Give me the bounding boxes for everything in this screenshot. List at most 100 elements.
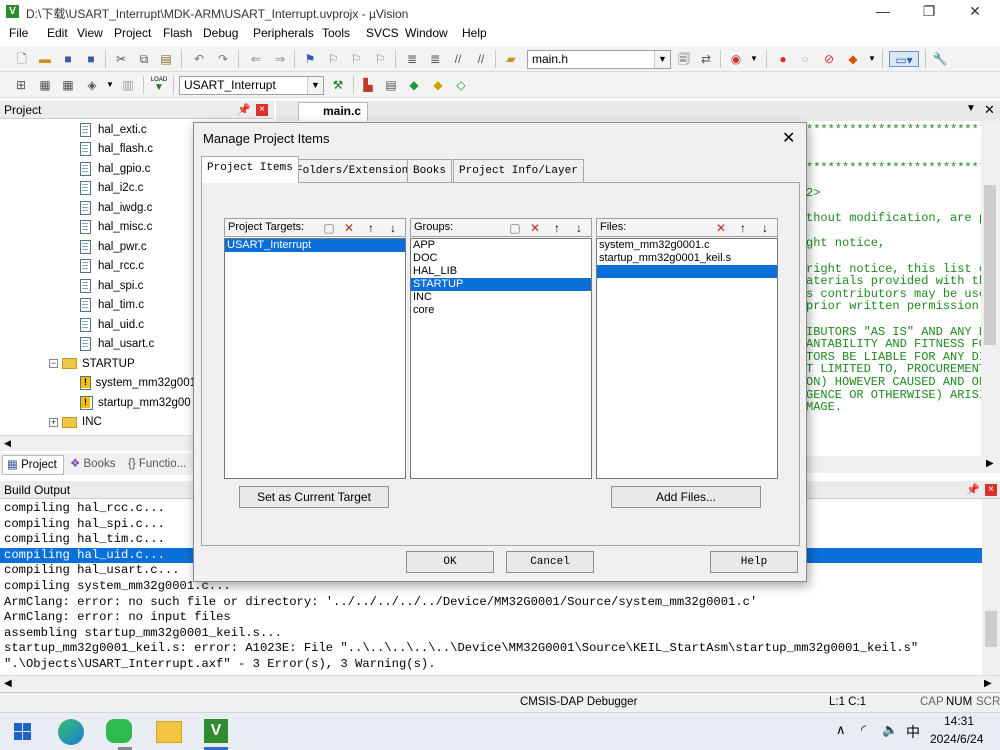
find-icon[interactable]: 🗐 xyxy=(676,51,692,67)
new-file-icon[interactable]: 🗋 xyxy=(14,51,30,67)
chevron-down-icon[interactable]: ▼ xyxy=(307,77,323,94)
tab-project-info-layer[interactable]: Project Info/Layer xyxy=(453,159,584,182)
menu-view[interactable]: View xyxy=(77,26,103,40)
nav-back-icon[interactable]: ⇐ xyxy=(248,51,264,67)
files-list-item[interactable]: system_mm32g0001.c xyxy=(597,239,777,252)
delete-target-icon[interactable]: ✕ xyxy=(341,220,357,236)
tree-item[interactable]: hal_usart.c xyxy=(0,335,196,355)
tab-functions[interactable]: {} Functio... xyxy=(124,455,196,475)
bookmark-icon[interactable]: ⚑ xyxy=(302,51,318,67)
build-output-line[interactable]: compiling hal_rcc.c... xyxy=(4,501,165,517)
tab-project[interactable]: ▦ Project xyxy=(2,455,64,475)
close-panel-icon[interactable]: × xyxy=(985,484,997,496)
move-up-icon[interactable]: ↑ xyxy=(363,220,379,236)
pack-installer-icon[interactable]: ◇ xyxy=(453,77,469,93)
uncomment-icon[interactable]: // xyxy=(473,51,489,67)
build-output-line[interactable]: ".\Objects\USART_Interrupt.axf" - 3 Erro… xyxy=(4,657,436,673)
chevron-down-icon[interactable]: ▼ xyxy=(654,51,670,68)
groups-list-item[interactable]: STARTUP xyxy=(411,278,591,291)
new-group-icon[interactable]: ▢ xyxy=(507,220,523,236)
editor-vertical-scrollbar[interactable] xyxy=(981,121,1000,456)
files-list[interactable]: system_mm32g0001.c startup_mm32g0001_keil… xyxy=(596,238,778,479)
comment-icon[interactable]: // xyxy=(450,51,466,67)
restore-button[interactable]: ❐ xyxy=(906,0,952,24)
new-target-icon[interactable]: ▢ xyxy=(321,220,337,236)
move-down-icon[interactable]: ↓ xyxy=(385,220,401,236)
target-options-icon[interactable]: ⚒ xyxy=(330,77,346,93)
move-down-icon[interactable]: ↓ xyxy=(571,220,587,236)
open-file-icon[interactable]: ▬ xyxy=(37,51,53,67)
chevron-down-icon[interactable]: ▼ xyxy=(864,51,880,67)
window-layout-icon[interactable]: ▭▾ xyxy=(889,51,919,67)
dialog-close-icon[interactable]: ✕ xyxy=(782,128,795,148)
select-pack-icon[interactable]: ◆ xyxy=(406,77,422,93)
windows-start-icon[interactable] xyxy=(10,719,42,749)
scroll-left-icon[interactable]: ◀ xyxy=(4,438,11,449)
stop-build-icon[interactable]: ▥ xyxy=(120,77,136,93)
manage-rte-icon[interactable]: ◆ xyxy=(430,77,446,93)
build-output-line[interactable]: startup_mm32g0001_keil.s: error: A1023E:… xyxy=(4,641,918,657)
files-list-item[interactable]: startup_mm32g0001_keil.s xyxy=(597,252,777,265)
help-button[interactable]: Help xyxy=(710,551,798,573)
network-icon[interactable]: ◜ xyxy=(861,722,866,738)
replace-icon[interactable]: ⇄ xyxy=(698,51,714,67)
copy-icon[interactable]: ⧉ xyxy=(136,51,152,67)
menu-project[interactable]: Project xyxy=(114,26,151,40)
delete-file-icon[interactable]: ✕ xyxy=(713,220,729,236)
volume-icon[interactable]: 🔈 xyxy=(882,722,898,738)
build-output-line[interactable]: compiling hal_usart.c... xyxy=(4,563,180,579)
menu-debug[interactable]: Debug xyxy=(203,26,238,40)
cut-icon[interactable]: ✂ xyxy=(113,51,129,67)
build-vertical-scrollbar[interactable] xyxy=(982,499,1000,675)
file-explorer-icon[interactable] xyxy=(156,721,182,743)
scroll-right-icon[interactable]: ▶ xyxy=(986,458,994,469)
scroll-left-icon[interactable]: ◀ xyxy=(4,678,12,689)
zoom-debug-icon[interactable]: ◉ xyxy=(728,51,744,67)
translate-icon[interactable]: ⊞ xyxy=(13,77,29,93)
taskbar-date[interactable]: 2024/6/24 xyxy=(930,732,983,746)
taskbar-time[interactable]: 14:31 xyxy=(944,714,974,728)
pin-icon[interactable]: 📌 xyxy=(966,483,980,496)
targets-list-item[interactable]: USART_Interrupt xyxy=(225,239,405,252)
scroll-thumb[interactable] xyxy=(984,185,996,345)
move-up-icon[interactable]: ↑ xyxy=(549,220,565,236)
breakpoint-icon[interactable]: ● xyxy=(775,51,791,67)
tree-item[interactable]: startup_mm32g00 xyxy=(0,393,196,413)
add-files-button[interactable]: Add Files... xyxy=(611,486,761,508)
build-output-line[interactable]: compiling hal_spi.c... xyxy=(4,517,165,533)
batch-build-icon[interactable]: ◈ xyxy=(84,77,100,93)
tab-books[interactable]: Books xyxy=(407,159,453,182)
target-select[interactable]: USART_Interrupt ▼ xyxy=(179,76,324,95)
groups-list-item[interactable]: DOC xyxy=(411,252,591,265)
file-extensions-icon[interactable]: ▤ xyxy=(383,77,399,93)
indent-icon[interactable]: ≣ xyxy=(404,51,420,67)
load-download-icon[interactable]: LOAD ▼ xyxy=(150,77,168,93)
groups-list-item[interactable]: APP xyxy=(411,239,591,252)
tab-project-items[interactable]: Project Items xyxy=(201,156,299,183)
tree-item[interactable]: − STARTUP xyxy=(0,354,196,374)
scroll-thumb[interactable] xyxy=(985,611,997,647)
menu-window[interactable]: Window xyxy=(405,26,448,40)
menu-flash[interactable]: Flash xyxy=(163,26,192,40)
menu-svcs[interactable]: SVCS xyxy=(366,26,399,40)
scroll-right-icon[interactable]: ▶ xyxy=(984,678,992,689)
tab-main-c[interactable]: main.c xyxy=(298,102,368,121)
groups-list-item[interactable]: core xyxy=(411,304,591,317)
tree-item[interactable]: hal_i2c.c xyxy=(0,179,196,199)
clear-bookmarks-icon[interactable]: ⚐ xyxy=(372,51,388,67)
targets-list[interactable]: USART_Interrupt xyxy=(224,238,406,479)
tree-item[interactable]: + INC xyxy=(0,413,196,433)
tree-item[interactable]: hal_uid.c xyxy=(0,315,196,335)
nav-forward-icon[interactable]: ⇒ xyxy=(272,51,288,67)
edge-browser-icon[interactable] xyxy=(58,719,84,745)
tree-item[interactable]: hal_flash.c xyxy=(0,140,196,160)
close-window-button[interactable]: ✕ xyxy=(952,0,998,24)
next-bookmark-icon[interactable]: ⚐ xyxy=(348,51,364,67)
menu-tools[interactable]: Tools xyxy=(322,26,350,40)
disable-breakpoint-icon[interactable]: ○ xyxy=(797,51,813,67)
tree-item[interactable]: system_mm32g001 xyxy=(0,374,196,394)
tree-item[interactable]: hal_tim.c xyxy=(0,296,196,316)
paste-icon[interactable]: ▤ xyxy=(158,51,174,67)
groups-list[interactable]: APP DOC HAL_LIB STARTUP INC core xyxy=(410,238,592,479)
undo-icon[interactable]: ↶ xyxy=(191,51,207,67)
